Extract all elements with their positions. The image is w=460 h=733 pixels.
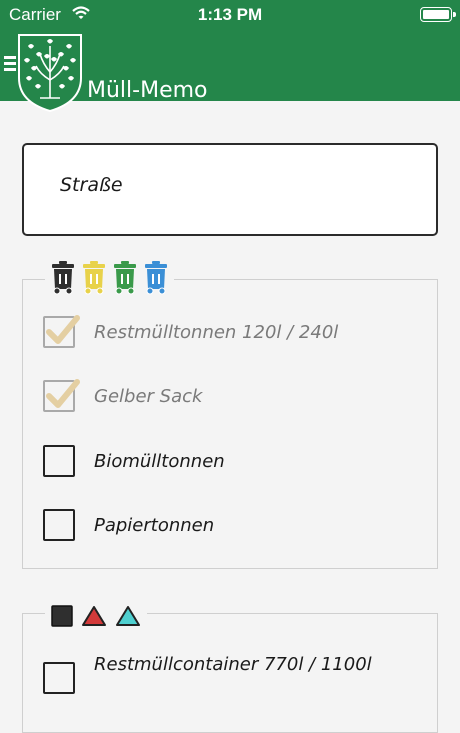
list-item-restmuellcontainer[interactable]: Restmüllcontainer 770l / 1100l bbox=[43, 654, 372, 694]
clock: 1:13 PM bbox=[197, 5, 263, 24]
app-title: Müll-Memo bbox=[87, 78, 208, 103]
container-icons-legend bbox=[45, 598, 147, 634]
bin-group-household: Restmülltonnen 120l / 240l Gelber Sack B… bbox=[22, 260, 438, 569]
triangle-cyan-icon bbox=[116, 606, 140, 626]
street-input[interactable] bbox=[58, 173, 402, 197]
list-item-restmuelltonnen[interactable]: Restmülltonnen 120l / 240l bbox=[43, 315, 339, 348]
checkbox[interactable] bbox=[43, 509, 75, 541]
item-label: Papiertonnen bbox=[94, 514, 215, 536]
square-black-icon bbox=[51, 605, 73, 627]
menu-icon[interactable] bbox=[4, 56, 16, 74]
trash-bin-green-icon bbox=[114, 261, 136, 295]
street-search-field[interactable] bbox=[22, 143, 438, 236]
item-label: Gelber Sack bbox=[94, 385, 203, 407]
bin-icons-legend bbox=[45, 260, 174, 296]
checkmark-icon bbox=[46, 315, 80, 344]
checkbox-checked[interactable] bbox=[43, 315, 80, 348]
trash-bin-yellow-icon bbox=[83, 261, 105, 295]
trash-bin-black-icon bbox=[52, 261, 74, 295]
town-crest-logo bbox=[18, 34, 82, 112]
trash-bin-blue-icon bbox=[145, 261, 167, 295]
item-label: Restmüllcontainer 770l / 1100l bbox=[94, 654, 372, 675]
checkbox-checked[interactable] bbox=[43, 379, 80, 412]
bin-group-containers: Restmüllcontainer 770l / 1100l bbox=[22, 598, 438, 733]
list-item-gelber-sack[interactable]: Gelber Sack bbox=[43, 379, 203, 412]
checkbox[interactable] bbox=[43, 662, 75, 694]
item-label: Restmülltonnen 120l / 240l bbox=[94, 321, 339, 343]
list-item-biomuelltonnen[interactable]: Biomülltonnen bbox=[43, 445, 225, 477]
battery-icon bbox=[420, 7, 456, 22]
status-bar: Carrier 1:13 PM bbox=[0, 0, 460, 29]
triangle-red-icon bbox=[82, 606, 106, 626]
list-item-papiertonnen[interactable]: Papiertonnen bbox=[43, 509, 214, 541]
item-label: Biomülltonnen bbox=[94, 450, 225, 472]
checkmark-icon bbox=[46, 379, 80, 408]
checkbox[interactable] bbox=[43, 445, 75, 477]
